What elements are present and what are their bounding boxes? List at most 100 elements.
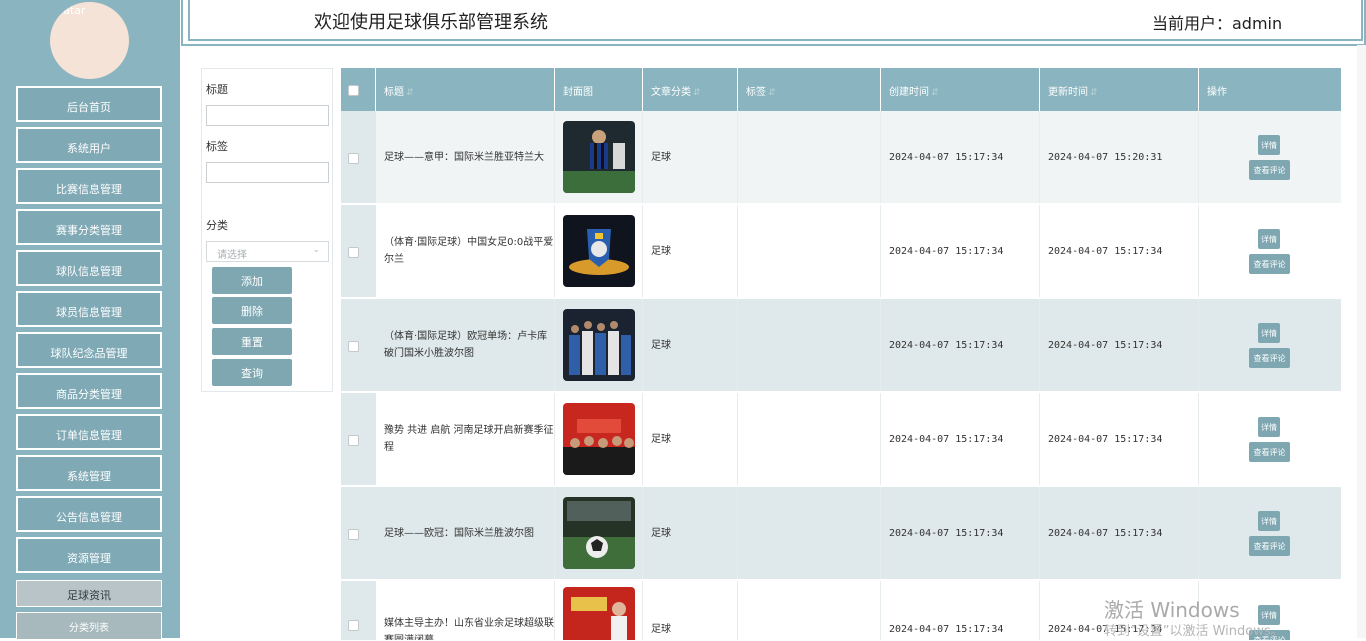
detail-button[interactable]: 详情	[1258, 323, 1280, 343]
sidebar-item-system-management[interactable]: 系统管理	[16, 455, 162, 491]
column-header-tags[interactable]: 标签 ⇵	[738, 68, 881, 111]
detail-button[interactable]: 详情	[1258, 417, 1280, 437]
category-cell: 足球	[643, 581, 738, 640]
tags-cell	[738, 487, 881, 579]
actions-cell: 详情 查看评论	[1199, 299, 1341, 391]
reset-button[interactable]: 重置	[212, 328, 292, 355]
title-cell: 豫势 共进 启航 河南足球开启新赛季征程	[376, 393, 555, 485]
column-header-title[interactable]: 标题 ⇵	[376, 68, 555, 111]
select-all-checkbox[interactable]	[348, 85, 359, 96]
cover-image[interactable]	[563, 587, 635, 641]
sort-icon: ⇵	[768, 88, 776, 98]
created-time-cell: 2024-04-07 15:17:34	[881, 205, 1040, 297]
category-placeholder: 请选择	[217, 250, 247, 261]
row-checkbox-cell	[341, 111, 376, 203]
view-comments-button[interactable]: 查看评论	[1249, 254, 1290, 274]
sidebar-item-team-souvenir[interactable]: 球队纪念品管理	[16, 332, 162, 368]
row-checkbox-cell	[341, 205, 376, 297]
view-comments-button[interactable]: 查看评论	[1249, 536, 1290, 556]
title-filter-label: 标题	[206, 83, 228, 96]
row-checkbox[interactable]	[348, 435, 359, 446]
sidebar-item-event-category[interactable]: 赛事分类管理	[16, 209, 162, 245]
cover-image[interactable]	[563, 121, 635, 193]
row-checkbox-cell	[341, 487, 376, 579]
view-comments-button[interactable]: 查看评论	[1249, 442, 1290, 462]
detail-button[interactable]: 详情	[1258, 229, 1280, 249]
row-checkbox[interactable]	[348, 153, 359, 164]
updated-time-cell: 2024-04-07 15:17:34	[1040, 393, 1199, 485]
sidebar-subitem-category-list[interactable]: 分类列表	[16, 612, 162, 640]
created-time-cell: 2024-04-07 15:17:34	[881, 111, 1040, 203]
sidebar-item-dashboard[interactable]: 后台首页	[16, 86, 162, 122]
row-checkbox[interactable]	[348, 529, 359, 540]
column-header-label: 封面图	[563, 87, 593, 98]
avatar[interactable]: avatar	[50, 2, 129, 79]
cover-cell	[555, 111, 643, 203]
tags-cell	[738, 299, 881, 391]
column-header-category[interactable]: 文章分类 ⇵	[643, 68, 738, 111]
cover-image[interactable]	[563, 215, 635, 287]
tag-filter-input[interactable]	[206, 162, 329, 183]
cover-image[interactable]	[563, 403, 635, 475]
sidebar-item-label: 公告信息管理	[56, 511, 122, 524]
sort-icon: ⇵	[931, 88, 939, 98]
page-title: 欢迎使用足球俱乐部管理系统	[314, 12, 548, 33]
sidebar-item-label: 足球资讯	[67, 588, 111, 602]
view-comments-button[interactable]: 查看评论	[1249, 348, 1290, 368]
tags-cell	[738, 581, 881, 640]
row-checkbox[interactable]	[348, 247, 359, 258]
sidebar-item-football-news[interactable]: 足球资讯	[16, 580, 162, 607]
delete-button[interactable]: 删除	[212, 297, 292, 324]
title-filter-input[interactable]	[206, 105, 329, 126]
title-cell: （体育·国际足球）欧冠单场：卢卡库破门国米小胜波尔图	[376, 299, 555, 391]
category-cell: 足球	[643, 487, 738, 579]
title-cell: （体育·国际足球）中国女足0:0战平爱尔兰	[376, 205, 555, 297]
sidebar-item-label: 球队信息管理	[56, 265, 122, 278]
sidebar-item-label: 订单信息管理	[56, 429, 122, 442]
query-button[interactable]: 查询	[212, 359, 292, 386]
category-filter-select[interactable]: 请选择 ⌄	[206, 241, 329, 262]
view-comments-button[interactable]: 查看评论	[1249, 160, 1290, 180]
title-cell: 足球——欧冠：国际米兰胜波尔图	[376, 487, 555, 579]
sidebar-item-label: 比赛信息管理	[56, 183, 122, 196]
column-header-label: 标签	[746, 87, 766, 98]
category-filter-label: 分类	[206, 219, 228, 232]
column-header-updated[interactable]: 更新时间 ⇵	[1040, 68, 1199, 111]
sidebar-item-system-users[interactable]: 系统用户	[16, 127, 162, 163]
sidebar-item-player-info[interactable]: 球员信息管理	[16, 291, 162, 327]
created-time-cell: 2024-04-07 15:17:34	[881, 393, 1040, 485]
row-checkbox[interactable]	[348, 341, 359, 352]
column-header-label: 文章分类	[651, 87, 691, 98]
sidebar-item-team-info[interactable]: 球队信息管理	[16, 250, 162, 286]
filter-panel: 标题 标签 分类 请选择 ⌄ 添加 删除 重置 查询	[201, 68, 333, 392]
cover-image[interactable]	[563, 497, 635, 569]
add-button[interactable]: 添加	[212, 267, 292, 294]
table-row: （体育·国际足球）欧冠单场：卢卡库破门国米小胜波尔图 足球 2024-04-07…	[341, 299, 1341, 392]
page-scrollbar[interactable]	[1357, 45, 1366, 638]
sidebar-item-resources[interactable]: 资源管理	[16, 537, 162, 573]
sort-icon: ⇵	[1090, 88, 1098, 98]
avatar-alt-text: avatar	[50, 4, 86, 17]
row-checkbox-cell	[341, 581, 376, 640]
column-header-label: 标题	[384, 87, 404, 98]
sidebar-item-match-info[interactable]: 比赛信息管理	[16, 168, 162, 204]
row-checkbox-cell	[341, 299, 376, 391]
table-row: 足球——欧冠：国际米兰胜波尔图 足球 2024-04-07 15:17:34 2…	[341, 487, 1341, 580]
category-cell: 足球	[643, 393, 738, 485]
detail-button[interactable]: 详情	[1258, 135, 1280, 155]
column-header-label: 创建时间	[889, 87, 929, 98]
select-all-cell	[341, 68, 376, 111]
actions-cell: 详情 查看评论	[1199, 487, 1341, 579]
title-cell: 媒体主导主办！山东省业余足球超级联赛圆满闭幕	[376, 581, 555, 640]
sidebar-item-order-info[interactable]: 订单信息管理	[16, 414, 162, 450]
sidebar-item-product-category[interactable]: 商品分类管理	[16, 373, 162, 409]
category-cell: 足球	[643, 205, 738, 297]
table-row: （体育·国际足球）中国女足0:0战平爱尔兰 足球 2024-04-07 15:1…	[341, 205, 1341, 298]
column-header-created[interactable]: 创建时间 ⇵	[881, 68, 1040, 111]
detail-button[interactable]: 详情	[1258, 511, 1280, 531]
tags-cell	[738, 205, 881, 297]
cover-image[interactable]	[563, 309, 635, 381]
sidebar-item-announcement[interactable]: 公告信息管理	[16, 496, 162, 532]
cover-cell	[555, 205, 643, 297]
row-checkbox[interactable]	[348, 620, 359, 631]
